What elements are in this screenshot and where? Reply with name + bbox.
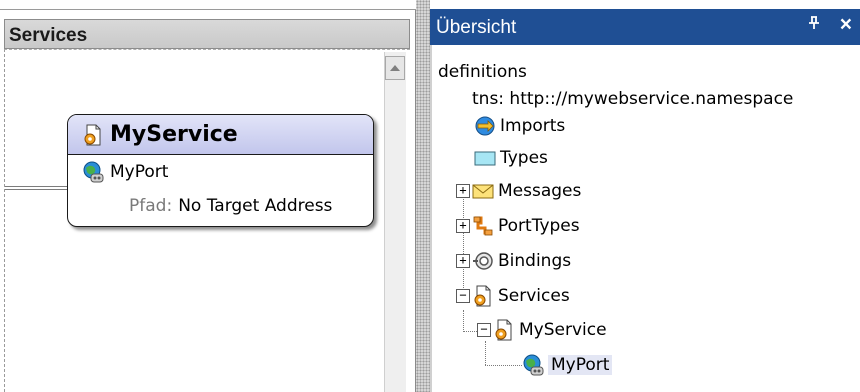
expand-icon[interactable]: +	[456, 254, 470, 268]
tree-item-bindings[interactable]: + Bindings	[456, 246, 571, 276]
bindings-icon	[472, 250, 494, 272]
tree-item-label: tns: http:://mywebservice.namespace	[472, 89, 794, 109]
collapse-icon[interactable]: −	[477, 323, 491, 337]
port-globe-icon	[82, 161, 104, 183]
overview-pane: Übersicht × definitions tns: http:://myw…	[430, 0, 860, 392]
expand-icon[interactable]: +	[456, 219, 470, 233]
overview-pane-header: Übersicht ×	[430, 9, 860, 45]
tree-item-label: Messages	[498, 181, 582, 201]
service-box[interactable]: MyService MyPort Pfad: No Target Address	[67, 114, 374, 227]
connector-line	[5, 189, 67, 190]
pane-splitter[interactable]	[416, 0, 430, 392]
tree-item-label: MyPort	[548, 355, 613, 375]
tree-item-label: PortTypes	[498, 216, 580, 236]
vertical-scrollbar[interactable]	[384, 52, 406, 392]
types-icon	[474, 147, 496, 169]
tree-connector	[485, 365, 522, 366]
scroll-up-button[interactable]	[385, 56, 405, 80]
tree-item-label: definitions	[438, 62, 527, 82]
pin-icon[interactable]	[808, 16, 820, 34]
tree-item-myport[interactable]: MyPort	[522, 350, 613, 380]
tree-item-label: Imports	[500, 116, 566, 136]
path-label: Pfad:	[129, 196, 173, 216]
tree-item-definitions[interactable]: definitions	[438, 57, 527, 87]
tree-item-label: Bindings	[498, 251, 572, 271]
connector-line	[5, 186, 67, 187]
services-design-pane: Services MyService MyPort Pfad: No Targe…	[0, 0, 416, 392]
tree-connector	[463, 310, 464, 332]
tree-item-types[interactable]: Types	[474, 143, 548, 173]
service-box-title[interactable]: MyService	[68, 115, 373, 155]
tree-item-tns[interactable]: tns: http:://mywebservice.namespace	[472, 84, 793, 114]
port-globe-icon	[522, 354, 544, 376]
tree-item-label: Services	[498, 286, 570, 306]
path-value[interactable]: No Target Address	[178, 196, 332, 216]
tree-item-myservice[interactable]: − MyService	[477, 315, 607, 345]
tree-item-messages[interactable]: + Messages	[456, 176, 581, 206]
porttypes-icon	[472, 215, 494, 237]
close-icon[interactable]: ×	[840, 13, 852, 37]
port-row[interactable]: MyPort	[68, 155, 373, 189]
service-icon	[82, 124, 104, 146]
arrow-up-icon	[390, 65, 400, 71]
pane-border	[430, 45, 432, 392]
tree-item-services[interactable]: − Services	[456, 281, 570, 311]
pane-top-edge	[0, 0, 416, 10]
imports-icon	[474, 115, 496, 137]
overview-pane-title: Übersicht	[436, 17, 517, 38]
port-name: MyPort	[110, 162, 169, 182]
tree-item-label: MyService	[519, 320, 607, 340]
tree-item-porttypes[interactable]: + PortTypes	[456, 211, 580, 241]
service-icon	[493, 319, 515, 341]
tree-connector	[463, 331, 477, 332]
collapse-icon[interactable]: −	[456, 289, 470, 303]
tree-item-imports[interactable]: Imports	[474, 111, 565, 141]
expand-icon[interactable]: +	[456, 184, 470, 198]
service-name: MyService	[110, 122, 238, 147]
path-row: Pfad: No Target Address	[68, 189, 373, 223]
envelope-icon	[472, 180, 494, 202]
services-pane-title: Services	[4, 19, 410, 49]
service-icon	[472, 285, 494, 307]
tree-item-label: Types	[500, 148, 548, 168]
